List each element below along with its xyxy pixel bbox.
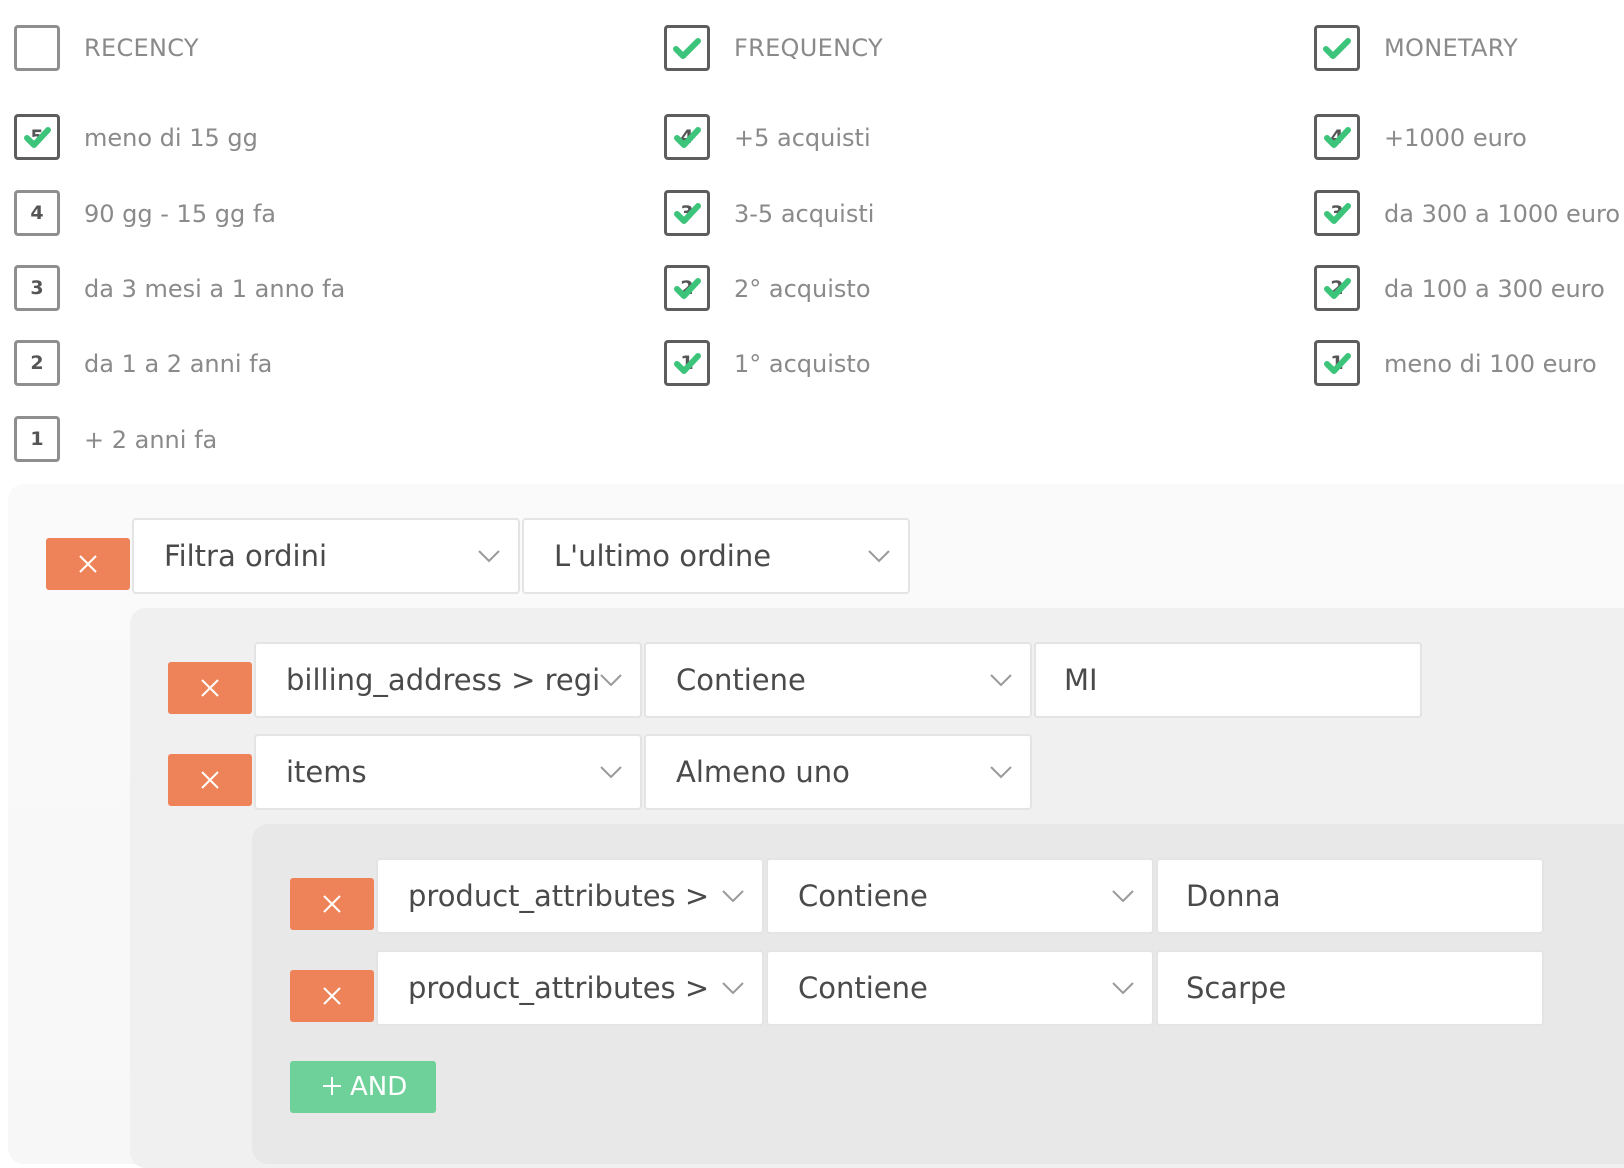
remove-filter-button[interactable] <box>290 878 374 930</box>
check-icon <box>1323 38 1351 59</box>
frequency-2-label: 2° acquisto <box>734 275 871 303</box>
monetary-2-label: da 100 a 300 euro <box>1384 275 1605 303</box>
chevron-down-icon <box>722 982 744 995</box>
filter-operator-value: L'ultimo ordine <box>554 539 772 573</box>
monetary-header: MONETARY <box>1384 34 1519 62</box>
filter-operator-value: Almeno uno <box>676 755 850 789</box>
chevron-down-icon <box>600 766 622 779</box>
monetary-1-checkbox[interactable]: 1 <box>1314 340 1360 386</box>
frequency-header: FREQUENCY <box>734 34 883 62</box>
monetary-4-checkbox[interactable]: 4 <box>1314 114 1360 160</box>
filter-operator-select[interactable]: Contiene <box>644 642 1032 718</box>
recency-2-checkbox[interactable]: 2 <box>14 340 60 386</box>
filter-field-select[interactable]: product_attributes > <box>376 858 764 934</box>
close-icon <box>201 771 219 789</box>
remove-filter-button[interactable] <box>290 970 374 1022</box>
filter-value-input[interactable] <box>1156 950 1544 1026</box>
frequency-2-checkbox[interactable]: 2 <box>664 265 710 311</box>
chevron-down-icon <box>868 550 890 563</box>
monetary-4-label: +1000 euro <box>1384 124 1527 152</box>
filter-field-value: product_attributes > <box>408 879 710 913</box>
filter-field-value: billing_address > regi <box>286 663 601 697</box>
check-icon <box>674 127 701 148</box>
check-icon <box>1324 278 1351 299</box>
filter-field-select[interactable]: product_attributes > <box>376 950 764 1026</box>
recency-2-label: da 1 a 2 anni fa <box>84 350 273 378</box>
filter-field-value: product_attributes > <box>408 971 710 1005</box>
chevron-down-icon <box>600 674 622 687</box>
check-icon <box>1324 353 1351 374</box>
chevron-down-icon <box>1112 890 1134 903</box>
recency-5-label: meno di 15 gg <box>84 124 258 152</box>
check-icon <box>1324 203 1351 224</box>
frequency-4-checkbox[interactable]: 4 <box>664 114 710 160</box>
recency-header-checkbox[interactable] <box>14 25 60 71</box>
check-icon <box>674 278 701 299</box>
filter-value-input[interactable] <box>1034 642 1422 718</box>
check-icon <box>24 127 51 148</box>
close-icon <box>323 987 341 1005</box>
filter-operator-value: Contiene <box>798 971 928 1005</box>
filter-operator-value: Contiene <box>676 663 806 697</box>
close-icon <box>79 555 97 573</box>
chevron-down-icon <box>1112 982 1134 995</box>
add-and-label: AND <box>350 1072 408 1102</box>
filter-field-select[interactable]: billing_address > regi <box>254 642 642 718</box>
filter-value-text[interactable] <box>1186 952 1486 1024</box>
chevron-down-icon <box>478 550 500 563</box>
recency-5-checkbox[interactable]: 5 <box>14 114 60 160</box>
filter-field-value: Filtra ordini <box>164 539 328 573</box>
plus-icon <box>323 1077 341 1095</box>
filter-value-input[interactable] <box>1156 858 1544 934</box>
recency-header: RECENCY <box>84 34 199 62</box>
recency-3-label: da 3 mesi a 1 anno fa <box>84 275 346 303</box>
filter-operator-select[interactable]: L'ultimo ordine <box>522 518 910 594</box>
add-and-button[interactable]: AND <box>290 1061 436 1113</box>
chevron-down-icon <box>990 674 1012 687</box>
filter-value-text[interactable] <box>1064 644 1364 716</box>
filter-operator-value: Contiene <box>798 879 928 913</box>
frequency-3-label: 3-5 acquisti <box>734 200 875 228</box>
recency-3-number: 3 <box>30 277 44 299</box>
recency-3-checkbox[interactable]: 3 <box>14 265 60 311</box>
chevron-down-icon <box>722 890 744 903</box>
filter-field-select[interactable]: Filtra ordini <box>132 518 520 594</box>
recency-1-number: 1 <box>30 428 44 450</box>
filter-operator-select[interactable]: Contiene <box>766 950 1154 1026</box>
frequency-1-checkbox[interactable]: 1 <box>664 340 710 386</box>
filter-operator-select[interactable]: Contiene <box>766 858 1154 934</box>
recency-4-number: 4 <box>30 202 44 224</box>
frequency-3-checkbox[interactable]: 3 <box>664 190 710 236</box>
frequency-1-label: 1° acquisto <box>734 350 871 378</box>
filter-value-text[interactable] <box>1186 860 1486 932</box>
close-icon <box>323 895 341 913</box>
frequency-header-checkbox[interactable] <box>664 25 710 71</box>
recency-1-label: + 2 anni fa <box>84 426 218 454</box>
remove-filter-button[interactable] <box>46 538 130 590</box>
recency-1-checkbox[interactable]: 1 <box>14 416 60 462</box>
check-icon <box>674 203 701 224</box>
recency-4-checkbox[interactable]: 4 <box>14 190 60 236</box>
monetary-3-label: da 300 a 1000 euro <box>1384 200 1621 228</box>
monetary-3-checkbox[interactable]: 3 <box>1314 190 1360 236</box>
remove-filter-button[interactable] <box>168 754 252 806</box>
check-icon <box>674 353 701 374</box>
monetary-header-checkbox[interactable] <box>1314 25 1360 71</box>
filter-operator-select[interactable]: Almeno uno <box>644 734 1032 810</box>
filter-field-select[interactable]: items <box>254 734 642 810</box>
remove-filter-button[interactable] <box>168 662 252 714</box>
recency-4-label: 90 gg - 15 gg fa <box>84 200 276 228</box>
close-icon <box>201 679 219 697</box>
frequency-4-label: +5 acquisti <box>734 124 871 152</box>
recency-2-number: 2 <box>30 352 44 374</box>
monetary-1-label: meno di 100 euro <box>1384 350 1597 378</box>
filter-field-value: items <box>286 755 367 789</box>
check-icon <box>673 38 701 59</box>
monetary-2-checkbox[interactable]: 2 <box>1314 265 1360 311</box>
chevron-down-icon <box>990 766 1012 779</box>
check-icon <box>1324 127 1351 148</box>
